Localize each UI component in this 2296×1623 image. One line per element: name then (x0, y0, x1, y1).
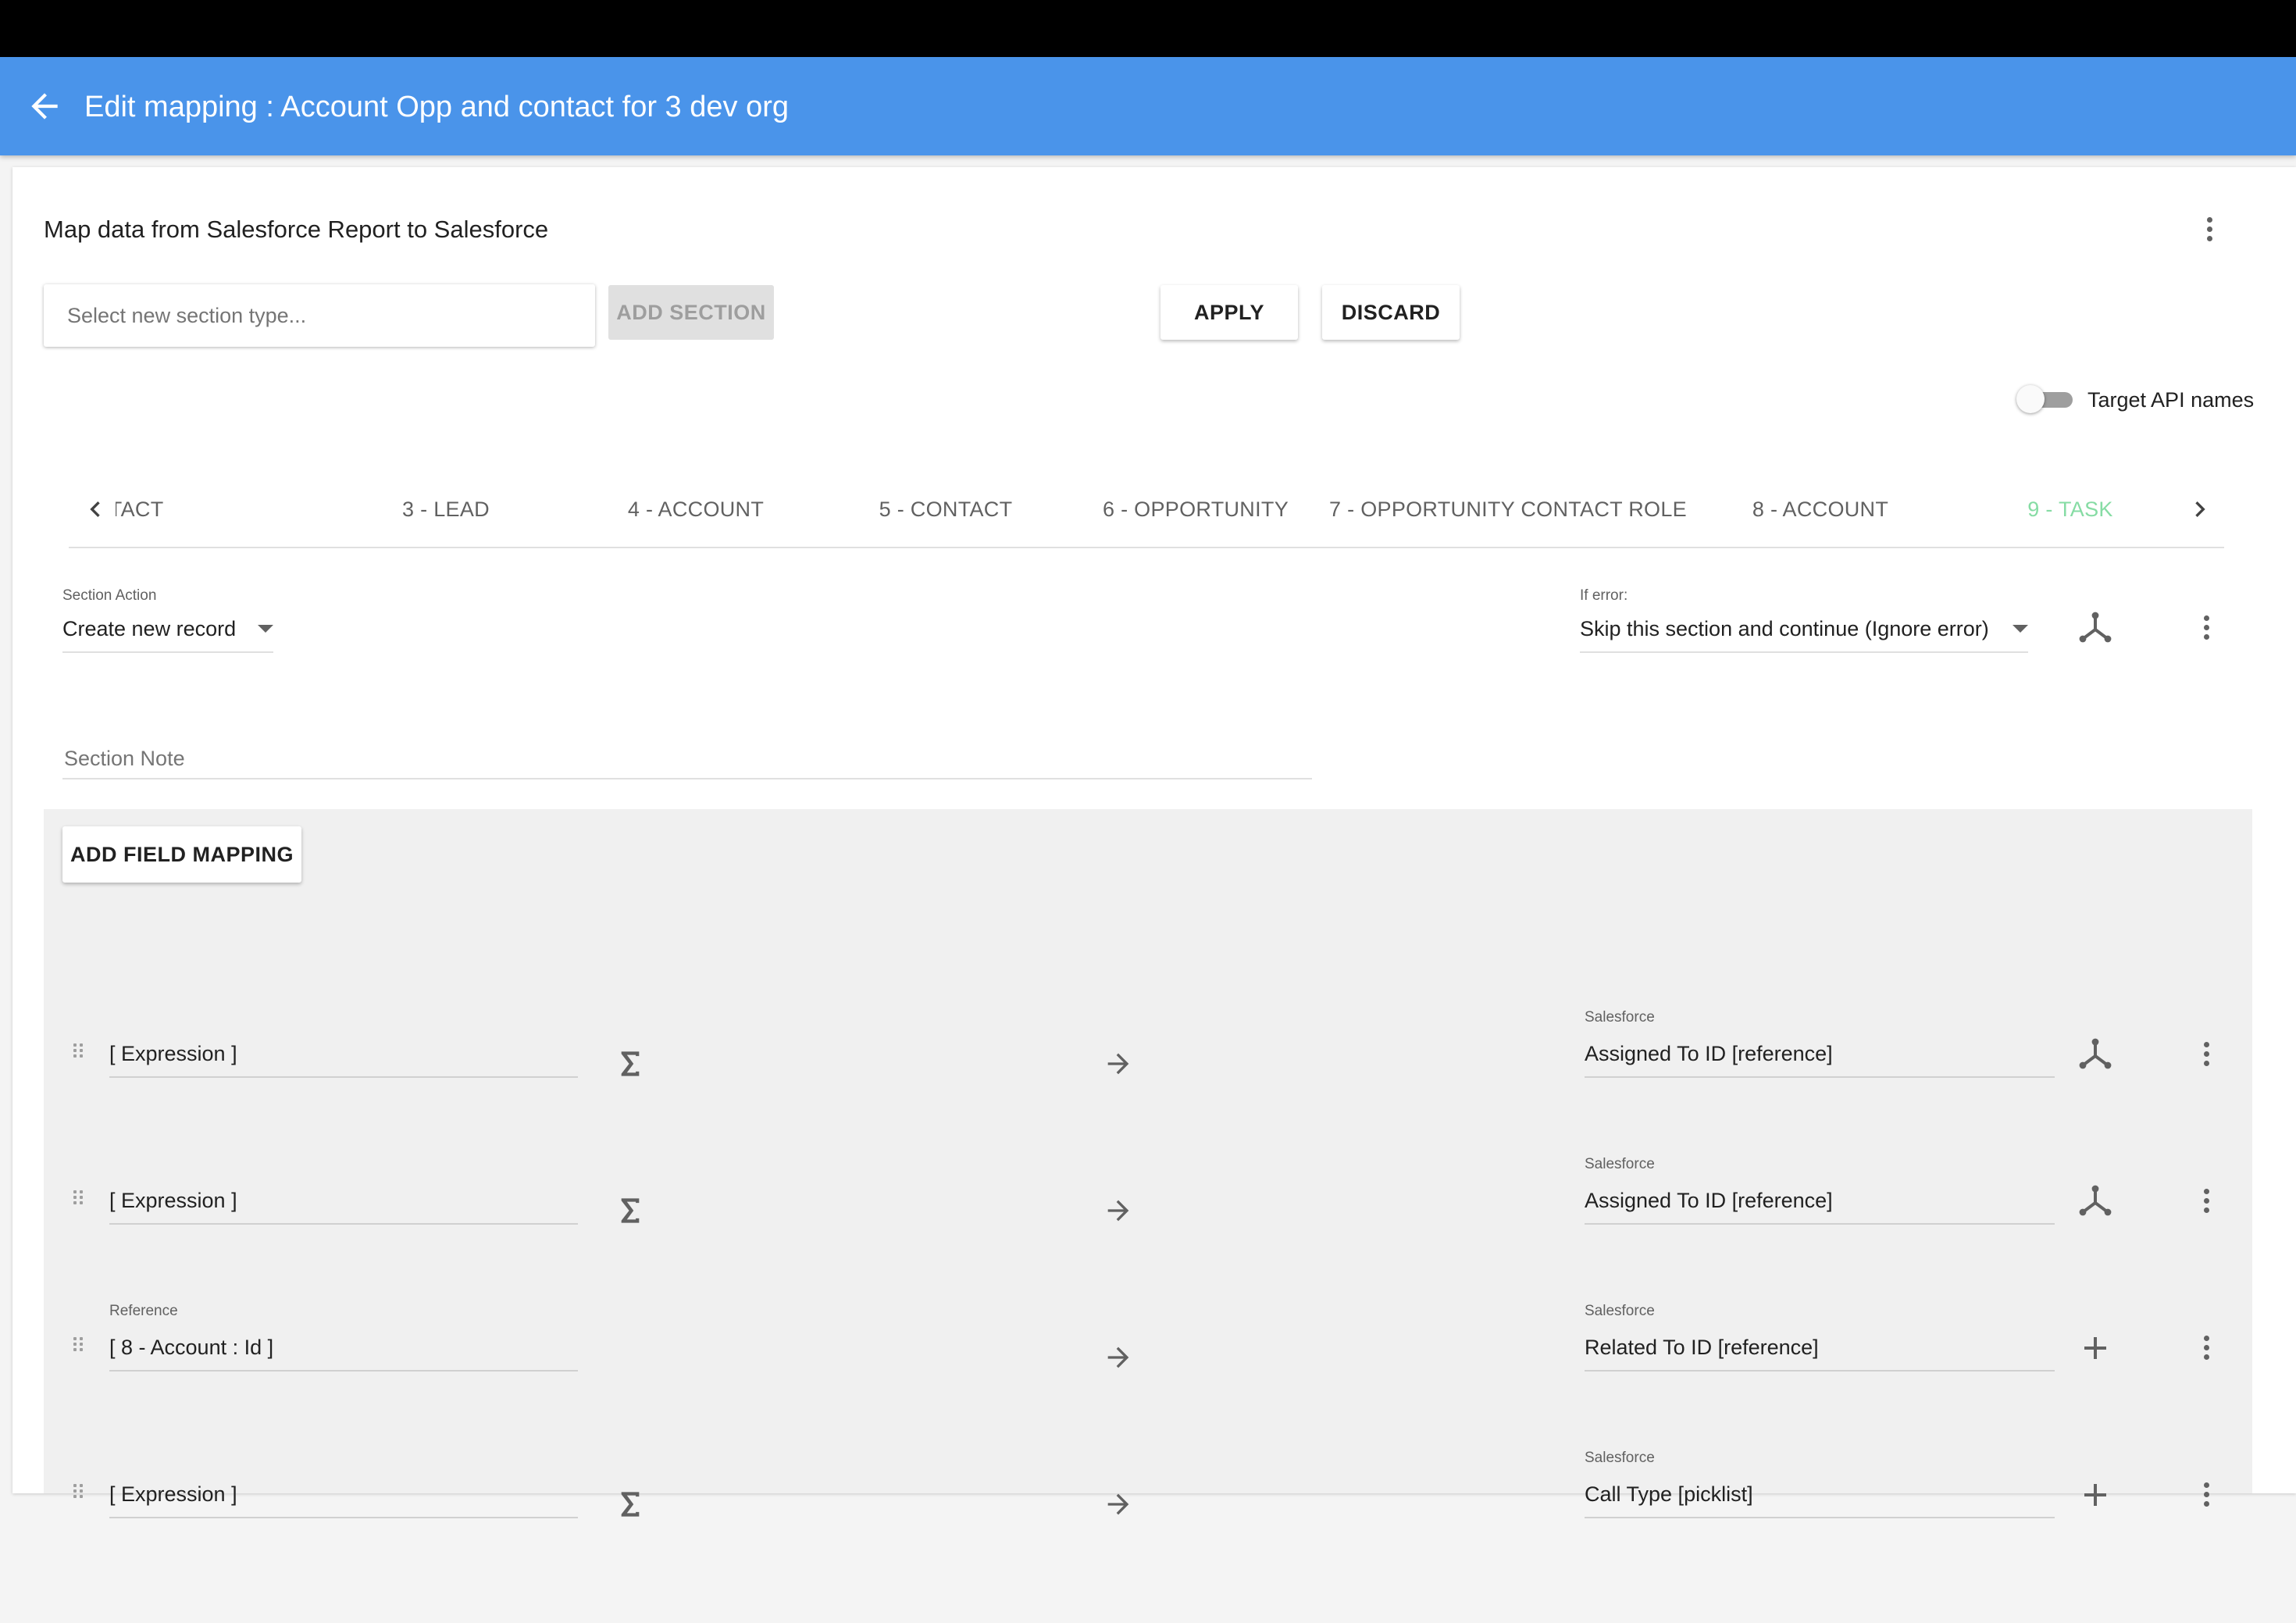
target-label: Salesforce (1585, 1303, 1655, 1319)
discard-button[interactable]: DISCARD (1322, 285, 1460, 340)
source-field[interactable]: [ Expression ] (109, 1476, 578, 1518)
target-field[interactable]: Assigned To ID [reference] (1585, 1036, 2055, 1078)
section-note-input[interactable] (62, 742, 1315, 775)
if-error-label: If error: (1580, 587, 1628, 604)
hierarchy-icon[interactable] (2077, 1182, 2114, 1220)
hierarchy-icon[interactable] (2077, 1036, 2114, 1073)
section-more-icon[interactable] (2191, 612, 2223, 644)
top-band (0, 0, 2296, 57)
source-field[interactable]: [ Expression ] (109, 1182, 578, 1225)
section-type-select[interactable] (44, 284, 595, 347)
hierarchy-icon[interactable] (2077, 609, 2114, 647)
chevron-right-icon[interactable] (2184, 494, 2216, 525)
page-title: Edit mapping : Account Opp and contact f… (84, 91, 789, 123)
arrow-right-icon (1107, 1347, 1129, 1368)
mapping-card: Map data from Salesforce Report to Sales… (12, 167, 2296, 1518)
field-mapping-panel: ADD FIELD MAPPING [ Expression ] Salesfo… (44, 809, 2252, 1518)
chevron-left-icon[interactable] (80, 494, 111, 525)
section-type-input[interactable] (44, 284, 595, 347)
target-label: Salesforce (1585, 1156, 1655, 1172)
sigma-icon[interactable] (617, 1489, 644, 1520)
drag-handle-icon[interactable] (73, 1337, 84, 1351)
card-subtitle: Map data from Salesforce Report to Sales… (44, 216, 549, 243)
card-more-icon[interactable] (2194, 214, 2226, 245)
section-action-select[interactable]: Create new record (62, 611, 273, 653)
target-api-names-toggle[interactable] (2016, 383, 2079, 415)
section-action-label: Section Action (62, 587, 157, 604)
mapping-row: [ Expression ] Salesforce Assigned To ID… (44, 1009, 2252, 1182)
sigma-icon[interactable] (617, 1195, 644, 1226)
sigma-icon[interactable] (617, 1048, 644, 1079)
mapping-row: [ Expression ] Salesforce Call Type [pic… (44, 1450, 2252, 1623)
section-action-value: Create new record (62, 617, 237, 640)
apply-button[interactable]: APPLY (1160, 285, 1298, 340)
tab-7-opportunity-contact-role[interactable]: 7 - OPPORTUNITY CONTACT ROLE (1321, 472, 1695, 547)
row-more-icon[interactable] (2191, 1479, 2223, 1511)
target-field[interactable]: Call Type [picklist] (1585, 1476, 2055, 1518)
row-more-icon[interactable] (2191, 1186, 2223, 1217)
row-more-icon[interactable] (2191, 1039, 2223, 1070)
arrow-right-icon (1107, 1200, 1129, 1222)
tab-8-account[interactable]: 8 - ACCOUNT (1695, 472, 1945, 547)
back-arrow-icon[interactable] (25, 87, 64, 126)
row-more-icon[interactable] (2191, 1332, 2223, 1364)
mapping-row: [ Expression ] Salesforce Assigned To ID… (44, 1156, 2252, 1329)
add-section-button[interactable]: ADD SECTION (608, 285, 774, 340)
if-error-value: Skip this section and continue (Ignore e… (1580, 617, 1989, 640)
tab-6-opportunity[interactable]: 6 - OPPORTUNITY (1071, 472, 1321, 547)
drag-handle-icon[interactable] (73, 1484, 84, 1498)
if-error-select[interactable]: Skip this section and continue (Ignore e… (1580, 611, 2028, 653)
arrow-right-icon (1107, 1493, 1129, 1515)
target-label: Salesforce (1585, 1450, 1655, 1466)
plus-icon[interactable] (2077, 1329, 2114, 1367)
target-api-names-label: Target API names (2087, 388, 2255, 412)
dropdown-arrow-icon (258, 625, 273, 633)
target-label: Salesforce (1585, 1009, 1655, 1026)
target-field[interactable]: Related To ID [reference] (1585, 1329, 2055, 1372)
mapping-row: Reference [ 8 - Account : Id ] Salesforc… (44, 1303, 2252, 1476)
arrow-right-icon (1107, 1053, 1129, 1075)
plus-icon[interactable] (2077, 1476, 2114, 1514)
add-field-mapping-button[interactable]: ADD FIELD MAPPING (62, 826, 301, 883)
dropdown-arrow-icon (2013, 625, 2028, 633)
drag-handle-icon[interactable] (73, 1043, 84, 1058)
tab-3-lead[interactable]: 3 - LEAD (321, 472, 571, 547)
tab-contact-partial[interactable]: NTACT (116, 472, 311, 547)
section-tabs: NTACT 3 - LEAD 4 - ACCOUNT 5 - CONTACT 6… (69, 472, 2224, 548)
app-bar: Edit mapping : Account Opp and contact f… (0, 57, 2296, 155)
tab-9-task[interactable]: 9 - TASK (1945, 472, 2195, 547)
source-field[interactable]: [ 8 - Account : Id ] (109, 1329, 578, 1372)
drag-handle-icon[interactable] (73, 1190, 84, 1204)
tab-5-contact[interactable]: 5 - CONTACT (821, 472, 1071, 547)
section-note-field[interactable] (62, 737, 1315, 779)
tab-4-account[interactable]: 4 - ACCOUNT (571, 472, 821, 547)
source-label: Reference (109, 1303, 178, 1319)
target-field[interactable]: Assigned To ID [reference] (1585, 1182, 2055, 1225)
source-field[interactable]: [ Expression ] (109, 1036, 578, 1078)
